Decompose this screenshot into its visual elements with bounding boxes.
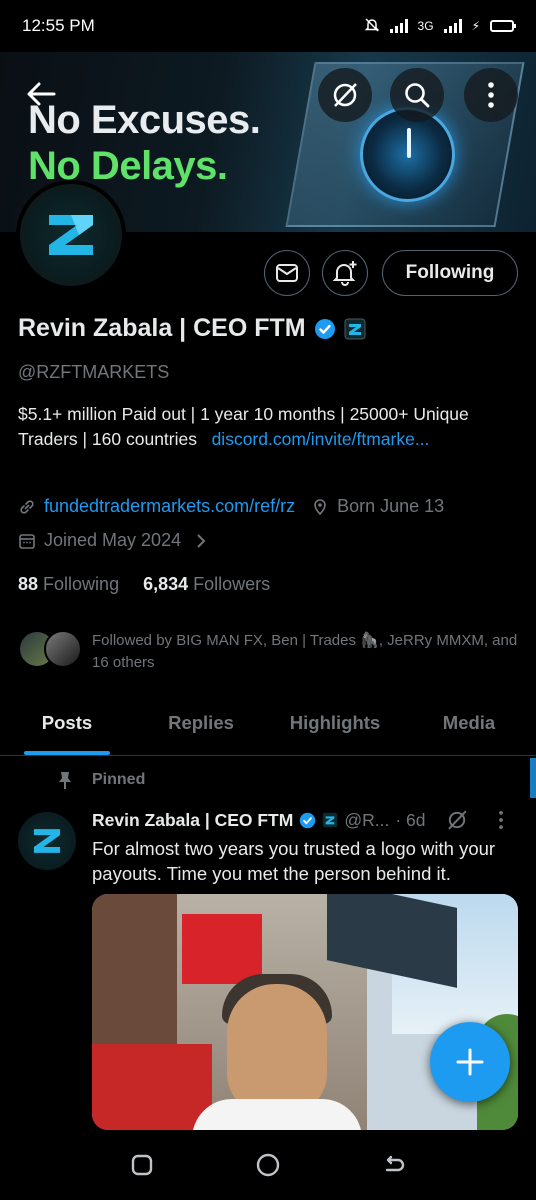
grok-button[interactable] xyxy=(318,68,372,122)
pinned-label: Pinned xyxy=(92,771,146,788)
grok-icon[interactable] xyxy=(445,808,469,832)
more-vertical-icon[interactable] xyxy=(497,810,505,830)
affiliate-badge-icon xyxy=(323,812,338,828)
search-button[interactable] xyxy=(390,68,444,122)
profile-meta-row-1: fundedtradermarkets.com/ref/rz Born June… xyxy=(18,496,444,517)
followed-by-row[interactable]: Followed by BIG MAN FX, Ben | Trades 🦍, … xyxy=(18,630,522,674)
banner-dial-graphic xyxy=(360,107,455,202)
tab-replies[interactable]: Replies xyxy=(134,700,268,755)
post-text: For almost two years you trusted a logo … xyxy=(92,838,496,884)
post-time[interactable]: · 6d xyxy=(395,810,425,831)
bell-plus-icon xyxy=(332,261,357,286)
followers-avatars xyxy=(18,630,82,668)
mail-icon xyxy=(276,264,298,282)
back-button[interactable] xyxy=(16,72,66,116)
tab-highlights[interactable]: Highlights xyxy=(268,700,402,755)
plus-icon xyxy=(456,1048,484,1076)
ftm-logo-icon xyxy=(33,829,61,853)
follower-avatar xyxy=(44,630,82,668)
followed-by-text: Followed by BIG MAN FX, Ben | Trades 🦍, … xyxy=(92,632,518,671)
affiliate-badge-icon[interactable] xyxy=(344,318,366,340)
system-icons: 3G ⚡ xyxy=(364,17,516,36)
status-bar: 12:55 PM 3G ⚡ xyxy=(0,0,536,52)
compose-button[interactable] xyxy=(430,1022,510,1102)
following-stat[interactable]: 88 Following xyxy=(18,574,119,595)
chevron-right-icon[interactable] xyxy=(191,531,211,551)
profile-avatar[interactable] xyxy=(16,180,126,290)
ftm-logo-icon xyxy=(49,215,93,255)
notifications-button[interactable] xyxy=(322,250,368,296)
profile-handle: @RZFTMARKETS xyxy=(18,362,170,382)
charging-icon: ⚡ xyxy=(471,19,480,33)
system-nav-bar xyxy=(0,1130,536,1200)
mute-icon xyxy=(364,17,380,36)
profile-tabs: Posts Replies Highlights Media xyxy=(0,700,536,756)
more-vertical-icon xyxy=(488,82,494,108)
link-icon xyxy=(20,499,34,514)
back-nav-icon[interactable] xyxy=(381,1152,407,1178)
followers-label: Followers xyxy=(193,574,271,594)
home-icon[interactable] xyxy=(254,1151,282,1179)
signal-2-icon xyxy=(443,19,462,33)
network-type: 3G xyxy=(417,19,434,33)
pin-icon xyxy=(59,772,71,789)
pinned-label-row: Pinned xyxy=(56,770,145,790)
tab-posts[interactable]: Posts xyxy=(0,700,134,755)
post-author-avatar[interactable] xyxy=(18,812,76,870)
profile-bio: $5.1+ million Paid out | 1 year 10 month… xyxy=(18,402,518,452)
grok-icon xyxy=(333,83,357,107)
profile-name-row: Revin Zabala | CEO FTM xyxy=(18,314,366,343)
joined-date: Joined May 2024 xyxy=(44,530,182,550)
birthday: Born June 13 xyxy=(337,496,445,516)
profile-meta-row-2: Joined May 2024 xyxy=(18,530,211,551)
message-button[interactable] xyxy=(264,250,310,296)
search-icon xyxy=(405,83,430,108)
calendar-icon xyxy=(19,533,35,549)
following-button[interactable]: Following xyxy=(382,250,518,296)
following-label: Following xyxy=(43,574,120,594)
post-author-handle[interactable]: @R... xyxy=(344,810,389,831)
battery-icon xyxy=(490,20,516,32)
tab-media[interactable]: Media xyxy=(402,700,536,755)
post-header: Revin Zabala | CEO FTM @R... · 6d xyxy=(92,808,522,832)
verified-badge-icon[interactable] xyxy=(314,318,336,340)
arrow-left-icon xyxy=(27,82,56,106)
scrollbar[interactable] xyxy=(530,758,536,798)
more-options-button[interactable] xyxy=(464,68,518,122)
followers-stat[interactable]: 6,834 Followers xyxy=(143,574,270,595)
post-author-name[interactable]: Revin Zabala | CEO FTM xyxy=(92,810,293,831)
website-link[interactable]: fundedtradermarkets.com/ref/rz xyxy=(44,496,295,517)
status-time: 12:55 PM xyxy=(22,16,95,35)
recent-apps-icon[interactable] xyxy=(129,1152,155,1178)
location-pin-icon xyxy=(314,498,326,515)
followers-count: 6,834 xyxy=(143,574,189,594)
following-count: 88 xyxy=(18,574,39,594)
profile-name: Revin Zabala | CEO FTM xyxy=(18,314,306,342)
bio-link[interactable]: discord.com/invite/ftmarke... xyxy=(212,429,430,449)
follow-stats: 88 Following 6,834 Followers xyxy=(18,574,270,595)
verified-badge-icon xyxy=(300,812,316,828)
signal-icon xyxy=(389,19,408,33)
